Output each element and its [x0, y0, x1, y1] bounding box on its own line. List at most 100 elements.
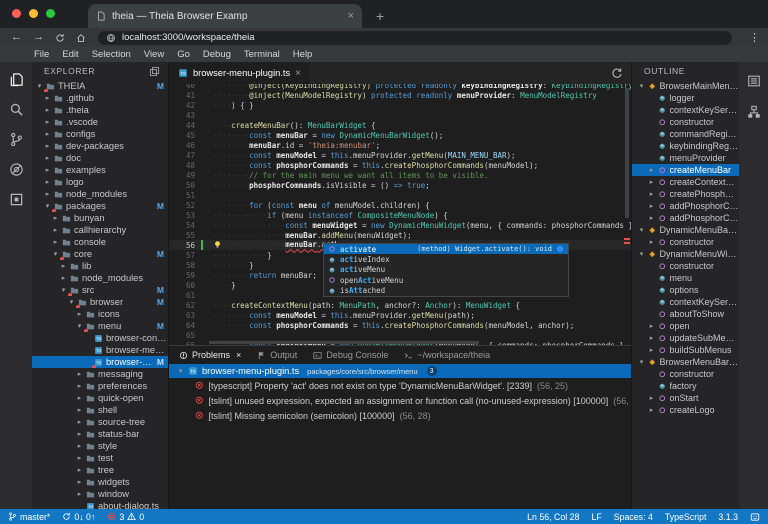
- outline-item-browsermenubarcontrib-[interactable]: ▾ BrowserMenuBarContrib...: [632, 356, 739, 368]
- new-tab-button[interactable]: +: [376, 8, 384, 24]
- chevron-collapsed-icon[interactable]: ▸: [76, 418, 83, 426]
- outline-item-createmenubar[interactable]: ▸ createMenuBar: [632, 164, 739, 176]
- panel-tab-close-icon[interactable]: ×: [236, 350, 241, 360]
- code-line-54[interactable]: 54 ················const menuWidget = new…: [169, 220, 631, 230]
- search-icon[interactable]: [9, 102, 24, 117]
- outline-item-dynamicmenuwidget[interactable]: ▾ DynamicMenuWidget: [632, 248, 739, 260]
- tree-item-dev-packages[interactable]: ▸ dev-packages: [32, 140, 168, 152]
- tree-item-about-dialog.ts[interactable]: TS about-dialog.ts: [32, 500, 168, 509]
- chevron-collapsed-icon[interactable]: ▸: [76, 370, 83, 378]
- tree-item-quick-open[interactable]: ▸ quick-open: [32, 392, 168, 404]
- chevron-collapsed-icon[interactable]: ▸: [648, 346, 655, 354]
- tree-item-theia[interactable]: ▾ THEIA M: [32, 80, 168, 92]
- tree-item-menu[interactable]: ▾ menu M: [32, 320, 168, 332]
- tree-item-doc[interactable]: ▸ doc: [32, 152, 168, 164]
- chevron-expanded-icon[interactable]: ▾: [68, 298, 75, 306]
- problem-row[interactable]: [tslint] unused expression, expected an …: [169, 393, 631, 408]
- outline-item-addphosphorcommand[interactable]: ▸ addPhosphorCommand: [632, 212, 739, 224]
- feedback-icon[interactable]: [750, 512, 760, 522]
- chevron-collapsed-icon[interactable]: ▸: [44, 178, 51, 186]
- close-window-button[interactable]: [12, 9, 21, 18]
- menu-item-view[interactable]: View: [144, 49, 164, 60]
- tree-item-node-modules[interactable]: ▸ node_modules: [32, 272, 168, 284]
- tree-item-.github[interactable]: ▸ .github: [32, 92, 168, 104]
- status-item[interactable]: 30: [107, 512, 144, 522]
- tree-item-examples[interactable]: ▸ examples: [32, 164, 168, 176]
- outline-item-createcontextmenu[interactable]: ▸ createContextMenu: [632, 176, 739, 188]
- tree-item-bunyan[interactable]: ▸ bunyan: [32, 212, 168, 224]
- outline-item-menu[interactable]: menu: [632, 272, 739, 284]
- code-line-46[interactable]: 46 ········menuBar.id = 'theia:menubar';: [169, 140, 631, 150]
- suggestion-item[interactable]: activate (method) Widget.activate(): void…: [324, 244, 568, 255]
- outline-item-browsermainmenufactory[interactable]: ▾ BrowserMainMenuFactory: [632, 80, 739, 92]
- files-icon[interactable]: [9, 72, 24, 87]
- code-editor[interactable]: 40 ········@inject(KeybindingRegistry) pr…: [169, 84, 631, 345]
- editor-tab-close-icon[interactable]: ×: [295, 68, 301, 79]
- code-line-52[interactable]: 52 ········for (const menu of menuModel.c…: [169, 200, 631, 210]
- code-line-42[interactable]: 42 ····) { }: [169, 100, 631, 110]
- menu-item-file[interactable]: File: [34, 49, 49, 60]
- outline-item-constructor[interactable]: constructor: [632, 116, 739, 128]
- tree-item-.theia[interactable]: ▸ .theia: [32, 104, 168, 116]
- tree-item-browser-menu-module.ts[interactable]: TS browser-menu-module.ts: [32, 344, 168, 356]
- tab-close-icon[interactable]: ×: [348, 10, 354, 22]
- chevron-collapsed-icon[interactable]: ▸: [60, 274, 67, 282]
- minimize-window-button[interactable]: [29, 9, 38, 18]
- chevron-collapsed-icon[interactable]: ▸: [44, 94, 51, 102]
- menu-item-debug[interactable]: Debug: [203, 49, 231, 60]
- chevron-collapsed-icon[interactable]: ▸: [44, 190, 51, 198]
- chevron-collapsed-icon[interactable]: ▸: [76, 442, 83, 450]
- chevron-collapsed-icon[interactable]: ▸: [52, 238, 59, 246]
- status-item[interactable]: LF: [591, 512, 601, 522]
- tree-item-source-tree[interactable]: ▸ source-tree: [32, 416, 168, 428]
- code-line-65[interactable]: 65: [169, 330, 631, 340]
- code-line-64[interactable]: 64 ········const phosphorCommands = this.…: [169, 320, 631, 330]
- back-button[interactable]: ←: [11, 32, 22, 43]
- code-line-45[interactable]: 45 ········const menuBar = new DynamicMen…: [169, 130, 631, 140]
- status-item[interactable]: TypeScript: [665, 512, 707, 522]
- code-line-41[interactable]: 41 ········@inject(MenuModelRegistry) pro…: [169, 90, 631, 100]
- chevron-expanded-icon[interactable]: ▾: [52, 250, 59, 258]
- chevron-collapsed-icon[interactable]: ▸: [76, 454, 83, 462]
- tree-item-lib[interactable]: ▸ lib: [32, 260, 168, 272]
- status-item[interactable]: 0↓ 0↑: [62, 512, 95, 522]
- code-line-44[interactable]: 44 ····createMenuBar(): MenuBarWidget {: [169, 120, 631, 130]
- chevron-expanded-icon[interactable]: ▾: [36, 82, 43, 90]
- chevron-collapsed-icon[interactable]: ▸: [44, 106, 51, 114]
- chevron-collapsed-icon[interactable]: ▸: [76, 406, 83, 414]
- address-bar[interactable]: localhost:3000/workspace/theia: [98, 30, 732, 45]
- panel-tab-problems[interactable]: Problems ×: [179, 350, 241, 360]
- outline-item-constructor[interactable]: constructor: [632, 260, 739, 272]
- chevron-collapsed-icon[interactable]: ▸: [44, 154, 51, 162]
- call-hierarchy-icon[interactable]: [747, 105, 761, 119]
- chevron-collapsed-icon[interactable]: ▸: [76, 478, 83, 486]
- tree-item-style[interactable]: ▸ style: [32, 440, 168, 452]
- tree-item-messaging[interactable]: ▸ messaging: [32, 368, 168, 380]
- tree-item-callhierarchy[interactable]: ▸ callhierarchy: [32, 224, 168, 236]
- menu-item-terminal[interactable]: Terminal: [244, 49, 280, 60]
- chevron-collapsed-icon[interactable]: ▸: [648, 322, 655, 330]
- tree-item-src[interactable]: ▾ src M: [32, 284, 168, 296]
- problems-file-row[interactable]: ▾ TS browser-menu-plugin.ts packages/cor…: [169, 364, 631, 378]
- outline-item-updatesubmenus[interactable]: ▸ updateSubMenus: [632, 332, 739, 344]
- tree-item-status-bar[interactable]: ▸ status-bar: [32, 428, 168, 440]
- tree-item-packages[interactable]: ▾ packages M: [32, 200, 168, 212]
- suggestion-item[interactable]: activeMenu: [324, 265, 568, 275]
- chevron-collapsed-icon[interactable]: ▸: [648, 202, 655, 210]
- chevron-collapsed-icon[interactable]: ▸: [44, 166, 51, 174]
- outline-item-commandregistry[interactable]: commandRegistry: [632, 128, 739, 140]
- editor-horizontal-scrollbar[interactable]: [209, 341, 479, 344]
- outline-item-contextkeyservice[interactable]: contextKeyService: [632, 296, 739, 308]
- outline-item-addphosphorcommands[interactable]: ▸ addPhosphorCommands: [632, 200, 739, 212]
- status-item[interactable]: 3.1.3: [718, 512, 738, 522]
- outline-item-dynamicmenubarwidget[interactable]: ▾ DynamicMenuBarWidget: [632, 224, 739, 236]
- outline-item-options[interactable]: options: [632, 284, 739, 296]
- chevron-collapsed-icon[interactable]: ▸: [52, 214, 59, 222]
- code-line-63[interactable]: 63 ········const menuModel = this.menuPro…: [169, 310, 631, 320]
- chevron-collapsed-icon[interactable]: ▸: [52, 226, 59, 234]
- chevron-collapsed-icon[interactable]: ▸: [76, 466, 83, 474]
- tree-item-window[interactable]: ▸ window: [32, 488, 168, 500]
- tree-item-preferences[interactable]: ▸ preferences: [32, 380, 168, 392]
- chevron-collapsed-icon[interactable]: ▸: [648, 406, 655, 414]
- tree-item-.vscode[interactable]: ▸ .vscode: [32, 116, 168, 128]
